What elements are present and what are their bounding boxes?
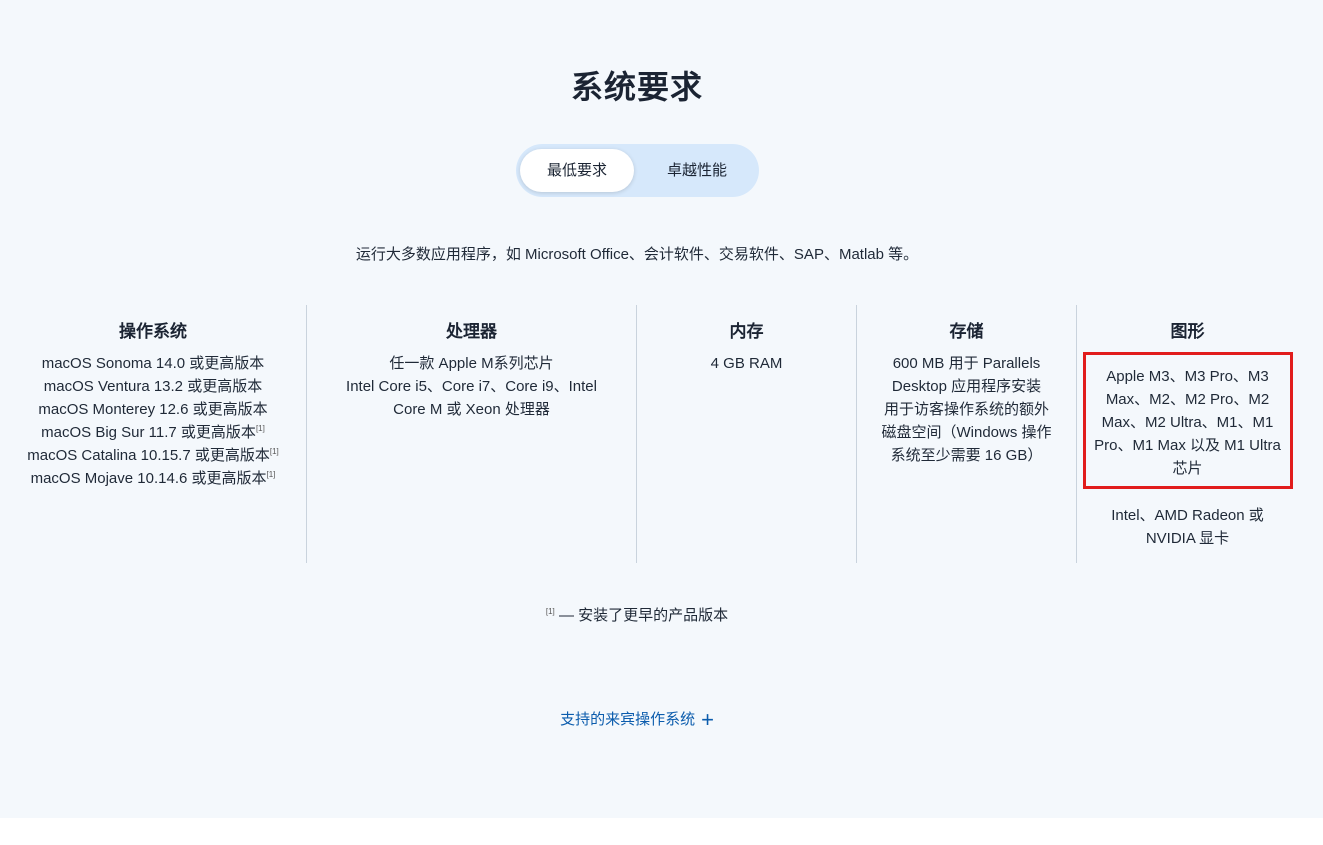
- supported-guest-os-link[interactable]: 支持的来宾操作系统 +: [0, 707, 1274, 733]
- graphics-line: Max、M2、M2 Pro、M2: [1105, 391, 1270, 408]
- cpu-line: Core M 或 Xeon 处理器: [393, 401, 550, 418]
- os-item-text: macOS Mojave 10.14.6 或更高版本: [30, 470, 267, 487]
- footnote-marker: [1]: [545, 607, 555, 616]
- os-column: 操作系统 macOS Sonoma 14.0 或更高版本 macOS Ventu…: [0, 305, 306, 563]
- system-requirements-section: 系统要求 最低要求 卓越性能 运行大多数应用程序，如 Microsoft Off…: [0, 0, 1323, 818]
- graphics-line: Max、M2 Ultra、M1、M1: [1101, 414, 1274, 431]
- graphics-column: 图形 Apple M3、M3 Pro、M3 Max、M2、M2 Pro、M2 M…: [1076, 305, 1298, 563]
- storage-line: 600 MB 用于 Parallels: [892, 355, 1041, 372]
- plus-icon: +: [701, 707, 714, 732]
- tab-minimum-requirements[interactable]: 最低要求: [520, 149, 634, 192]
- requirements-toggle: 最低要求 卓越性能: [516, 144, 759, 197]
- storage-line: Desktop 应用程序安装: [891, 378, 1042, 395]
- footnote-marker: [1]: [269, 447, 279, 456]
- graphics-line: 芯片: [1172, 460, 1203, 477]
- footnote-text: — 安装了更早的产品版本: [558, 607, 729, 624]
- cpu-line: Intel Core i5、Core i7、Core i9、Intel: [346, 378, 597, 395]
- os-item: macOS Monterey 12.6 或更高版本: [0, 398, 306, 421]
- graphics-highlight-box: Apple M3、M3 Pro、M3 Max、M2、M2 Pro、M2 Max、…: [1082, 352, 1293, 489]
- requirements-grid: 操作系统 macOS Sonoma 14.0 或更高版本 macOS Ventu…: [0, 305, 1323, 563]
- storage-column: 存储 600 MB 用于 Parallels Desktop 应用程序安装 用于…: [856, 305, 1076, 563]
- storage-line: 用于访客操作系统的额外: [883, 401, 1049, 418]
- os-item-text: macOS Ventura 13.2 或更高版本: [43, 378, 263, 395]
- graphics-line: Intel、AMD Radeon 或: [1111, 507, 1264, 524]
- os-item: macOS Mojave 10.14.6 或更高版本[1]: [0, 467, 306, 490]
- os-item-text: macOS Big Sur 11.7 或更高版本: [41, 424, 256, 441]
- footnote-marker: [1]: [266, 470, 276, 479]
- graphics-heading: 图形: [1170, 322, 1205, 341]
- footnote: [1] — 安装了更早的产品版本: [0, 604, 1274, 625]
- cpu-heading: 处理器: [446, 322, 497, 341]
- graphics-line: NVIDIA 显卡: [1145, 530, 1230, 547]
- requirements-description: 运行大多数应用程序，如 Microsoft Office、会计软件、交易软件、S…: [355, 246, 919, 263]
- os-heading: 操作系统: [119, 322, 187, 341]
- graphics-line: Pro、M1 Max 以及 M1 Ultra: [1094, 437, 1281, 454]
- cpu-line: 任一款 Apple M系列芯片: [389, 355, 554, 372]
- storage-line: 磁盘空间（Windows 操作: [881, 424, 1052, 441]
- os-item-text: macOS Monterey 12.6 或更高版本: [38, 401, 268, 418]
- ram-heading: 内存: [729, 322, 764, 341]
- storage-line: 系统至少需要 16 GB）: [890, 447, 1043, 464]
- page-title: 系统要求: [570, 69, 703, 105]
- os-item-text: macOS Catalina 10.15.7 或更高版本: [27, 447, 270, 464]
- os-item: macOS Sonoma 14.0 或更高版本: [0, 352, 306, 375]
- os-item: macOS Catalina 10.15.7 或更高版本[1]: [0, 444, 306, 467]
- footnote-marker: [1]: [255, 424, 265, 433]
- os-item-text: macOS Sonoma 14.0 或更高版本: [41, 355, 265, 372]
- ram-column: 内存 4 GB RAM: [636, 305, 856, 563]
- ram-line: 4 GB RAM: [710, 355, 783, 372]
- os-item: macOS Ventura 13.2 或更高版本: [0, 375, 306, 398]
- graphics-line: Apple M3、M3 Pro、M3: [1106, 368, 1269, 385]
- os-item: macOS Big Sur 11.7 或更高版本[1]: [0, 421, 306, 444]
- cpu-column: 处理器 任一款 Apple M系列芯片 Intel Core i5、Core i…: [306, 305, 636, 563]
- guest-os-link-label: 支持的来宾操作系统: [560, 711, 696, 728]
- storage-heading: 存储: [949, 322, 984, 341]
- tab-best-performance[interactable]: 卓越性能: [636, 149, 758, 192]
